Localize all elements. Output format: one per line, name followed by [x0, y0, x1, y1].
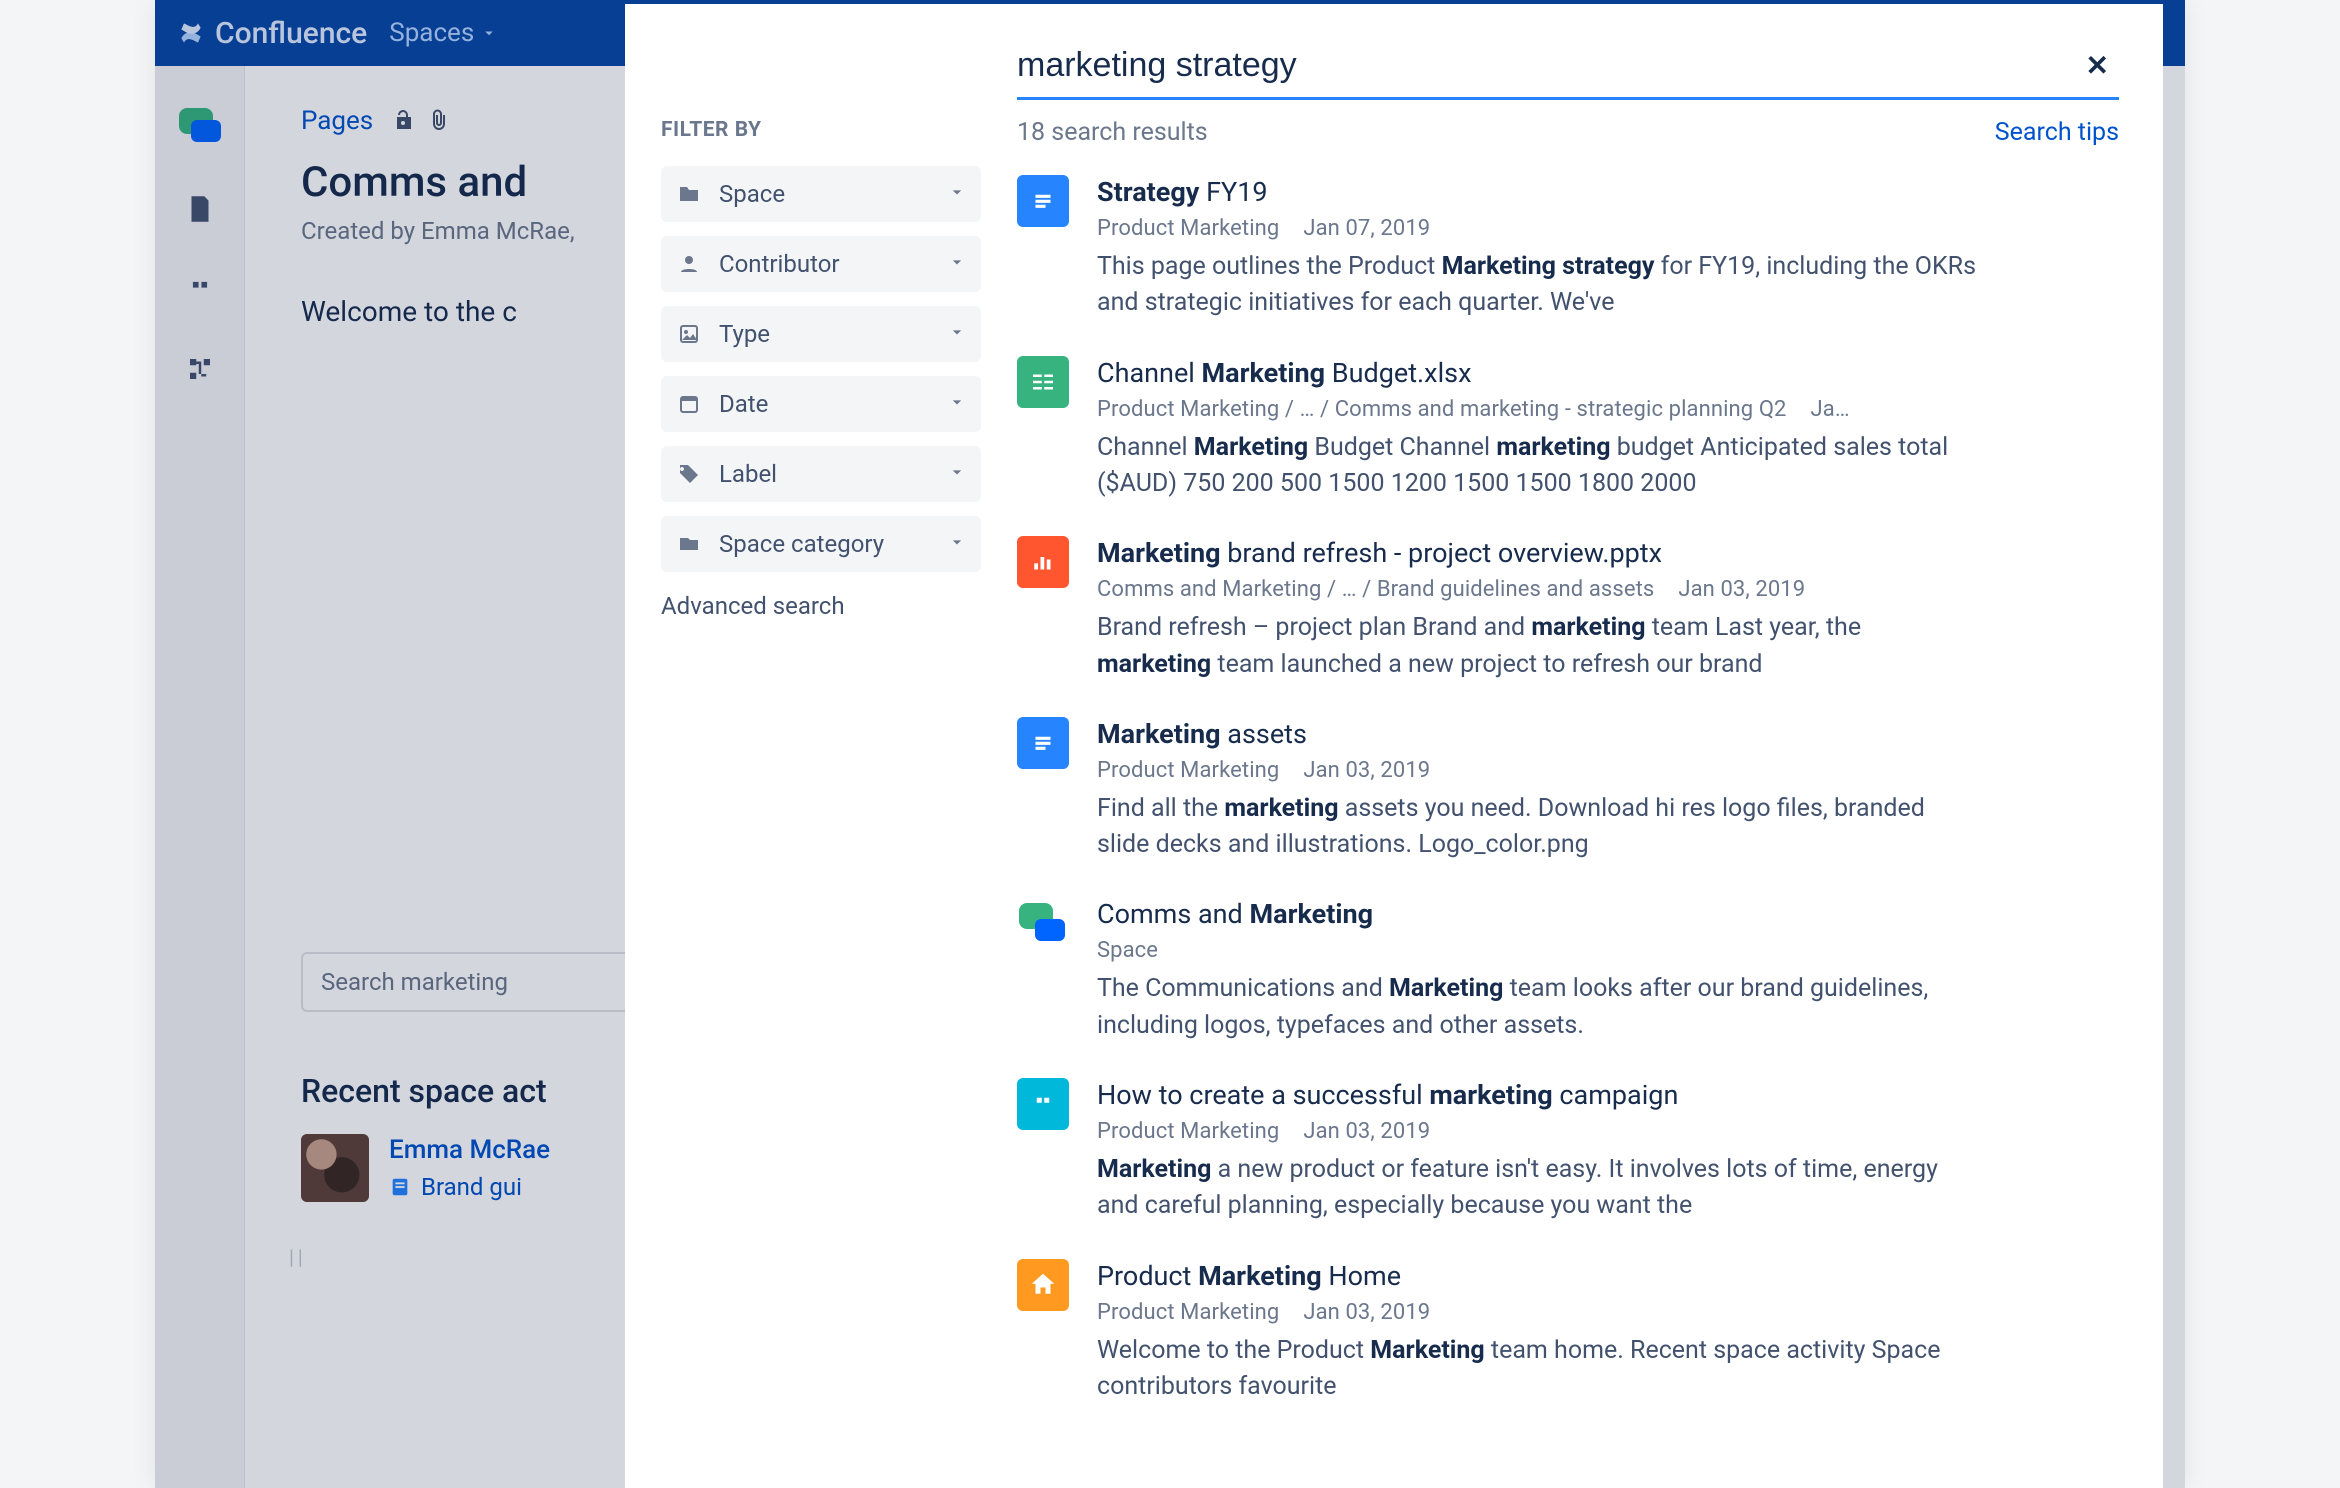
- chevron-down-icon: [947, 180, 967, 208]
- filter-type[interactable]: Type: [661, 306, 981, 362]
- chevron-down-icon: [947, 460, 967, 488]
- search-result[interactable]: Marketing assets Product MarketingJan 03,…: [1017, 717, 2119, 864]
- chevron-down-icon: [947, 530, 967, 558]
- search-result[interactable]: How to create a successful marketing cam…: [1017, 1078, 2119, 1225]
- filter-label: Contributor: [719, 250, 931, 278]
- sheet-icon: [1017, 356, 1069, 408]
- result-snippet: Brand refresh – project plan Brand and m…: [1097, 610, 1977, 683]
- date-icon: [675, 392, 703, 416]
- filter-date[interactable]: Date: [661, 376, 981, 432]
- chevron-down-icon: [947, 320, 967, 348]
- result-snippet: Find all the marketing assets you need. …: [1097, 791, 1977, 864]
- filter-label: Label: [719, 460, 931, 488]
- filter-label: Type: [719, 320, 931, 348]
- search-result[interactable]: Marketing brand refresh - project overvi…: [1017, 536, 2119, 683]
- result-title: Marketing brand refresh - project overvi…: [1097, 536, 2119, 571]
- person-icon: [675, 252, 703, 276]
- close-icon[interactable]: ✕: [2076, 43, 2119, 88]
- result-snippet: Marketing a new product or feature isn't…: [1097, 1152, 1977, 1225]
- space-icon: [1017, 897, 1069, 949]
- result-meta: Product MarketingJan 03, 2019: [1097, 1119, 2119, 1144]
- advanced-search-link[interactable]: Advanced search: [661, 592, 981, 620]
- search-overlay: FILTER BY Space Contributor Type Date Label S…: [625, 4, 2163, 1488]
- filter-label[interactable]: Label: [661, 446, 981, 502]
- filter-space-category[interactable]: Space category: [661, 516, 981, 572]
- result-meta: Comms and Marketing / … / Brand guidelin…: [1097, 577, 2119, 602]
- result-title: Product Marketing Home: [1097, 1259, 2119, 1294]
- result-title: Strategy FY19: [1097, 175, 2119, 210]
- filter-label: Space: [719, 180, 931, 208]
- result-snippet: The Communications and Marketing team lo…: [1097, 971, 1977, 1044]
- folder-icon: [675, 182, 703, 206]
- filter-contributor[interactable]: Contributor: [661, 236, 981, 292]
- search-result[interactable]: Comms and Marketing Space The Communicatio…: [1017, 897, 2119, 1044]
- search-result[interactable]: Channel Marketing Budget.xlsx Product Mar…: [1017, 356, 2119, 503]
- chevron-down-icon: [947, 390, 967, 418]
- result-title: Marketing assets: [1097, 717, 2119, 752]
- result-meta: Product MarketingJan 07, 2019: [1097, 216, 2119, 241]
- chevron-down-icon: [947, 250, 967, 278]
- quote-icon: [1017, 1078, 1069, 1130]
- result-snippet: This page outlines the Product Marketing…: [1097, 249, 1977, 322]
- pres-icon: [1017, 536, 1069, 588]
- filter-space[interactable]: Space: [661, 166, 981, 222]
- result-title: Channel Marketing Budget.xlsx: [1097, 356, 2119, 391]
- result-count: 18 search results: [1017, 118, 1208, 147]
- search-result[interactable]: Product Marketing Home Product MarketingJ…: [1017, 1259, 2119, 1406]
- cat-icon: [675, 532, 703, 556]
- result-meta: Product MarketingJan 03, 2019: [1097, 1300, 2119, 1325]
- home-icon: [1017, 1259, 1069, 1311]
- type-icon: [675, 322, 703, 346]
- result-meta: Space: [1097, 938, 2119, 963]
- filter-by-heading: FILTER BY: [661, 118, 981, 142]
- search-result[interactable]: Strategy FY19 Product MarketingJan 07, 20…: [1017, 175, 2119, 322]
- result-snippet: Welcome to the Product Marketing team ho…: [1097, 1333, 1977, 1406]
- filter-label: Date: [719, 390, 931, 418]
- result-snippet: Channel Marketing Budget Channel marketi…: [1097, 430, 1977, 503]
- search-input[interactable]: [1017, 40, 2076, 91]
- result-title: How to create a successful marketing cam…: [1097, 1078, 2119, 1113]
- result-meta: Product Marketing / … / Comms and market…: [1097, 397, 2119, 422]
- tag-icon: [675, 462, 703, 486]
- search-tips-link[interactable]: Search tips: [1995, 118, 2119, 147]
- page-icon: [1017, 175, 1069, 227]
- result-title: Comms and Marketing: [1097, 897, 2119, 932]
- filter-label: Space category: [719, 530, 931, 558]
- result-meta: Product MarketingJan 03, 2019: [1097, 758, 2119, 783]
- page-icon: [1017, 717, 1069, 769]
